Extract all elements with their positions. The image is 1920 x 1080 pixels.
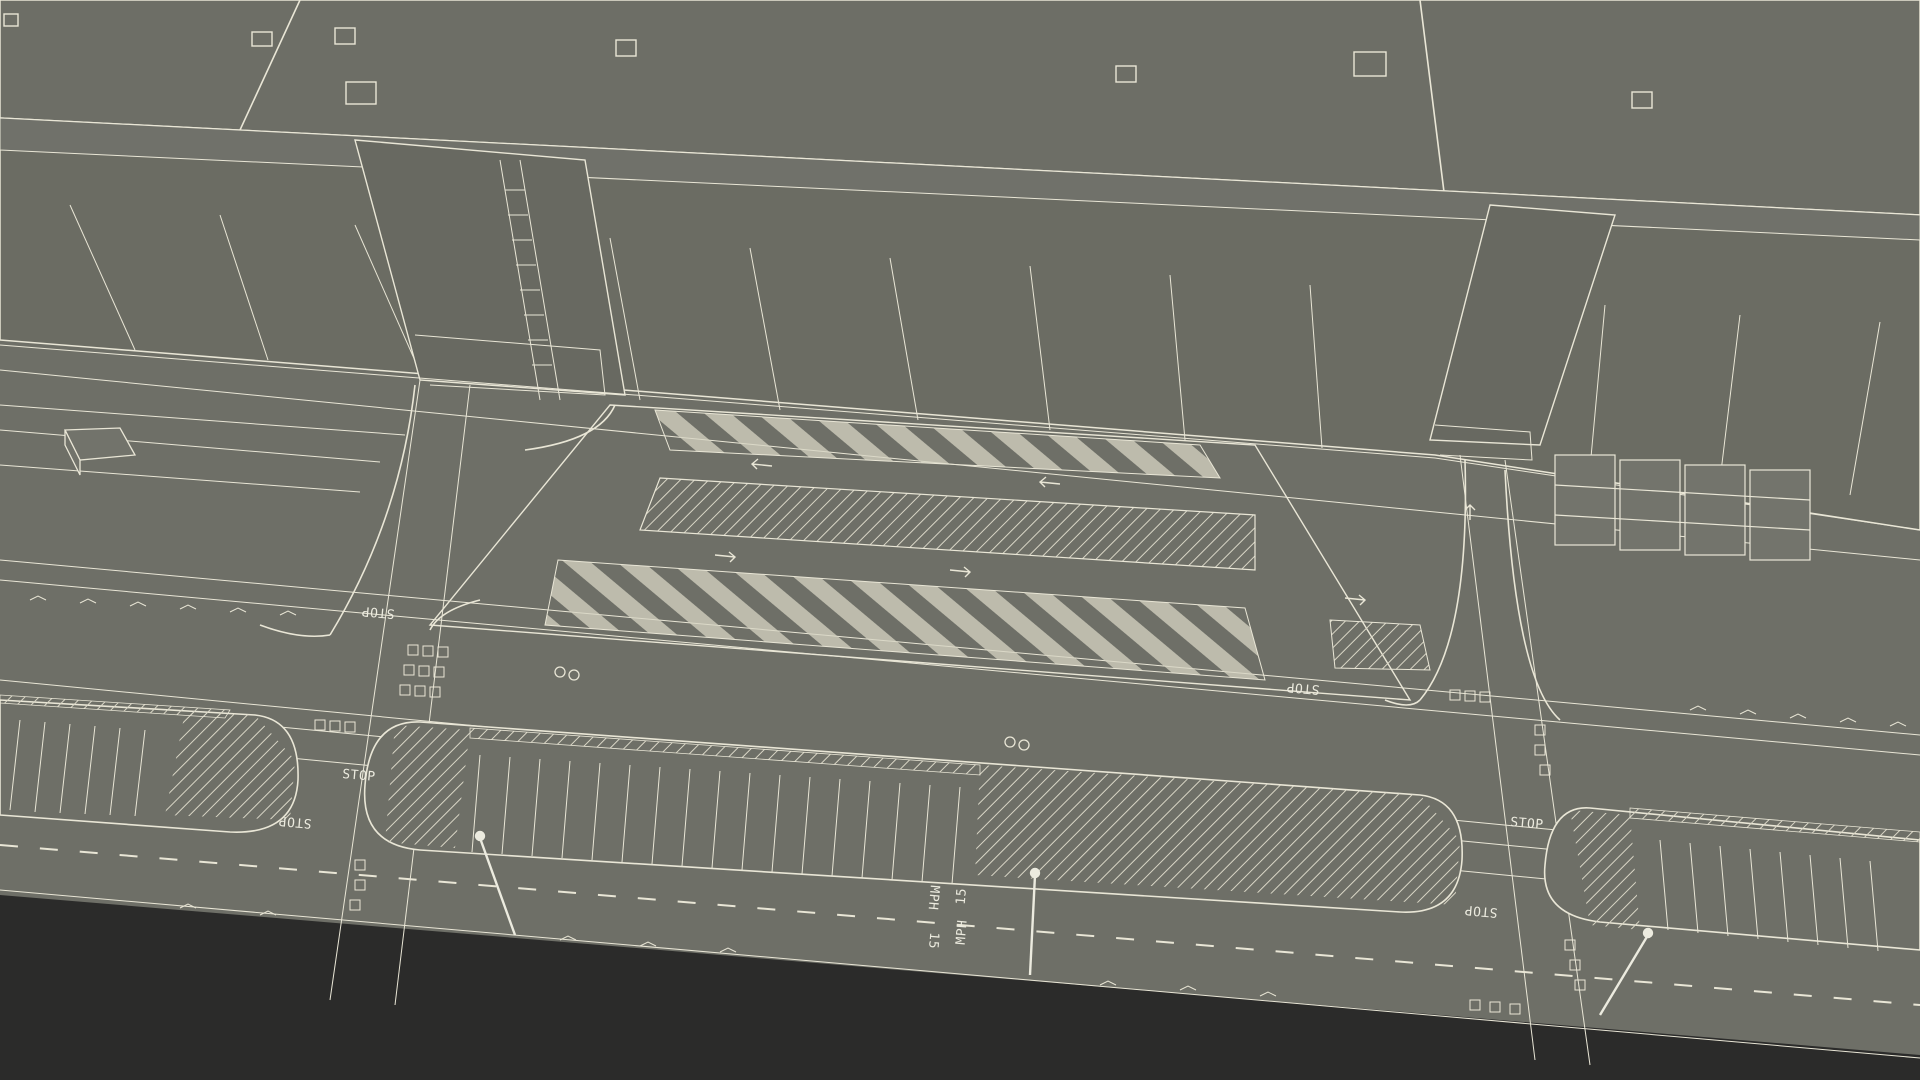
speed-marking-1: 15 [925,932,941,950]
stop-marking-2: STOP [1286,679,1320,697]
parking-hatch-box [1329,619,1431,671]
stop-marking-4: STOP [1464,902,1498,920]
mph-marking-2: MPH [954,919,971,945]
stop-marking-3: STOP [1510,815,1544,833]
speed-marking-2: 15 [954,887,970,905]
mph-marking-1: MPH [925,885,942,911]
median-center-hatch-left [385,725,470,848]
stop-marking-5: STOP [361,603,395,621]
stop-marking-1: STOP [342,767,376,785]
wireframe-scene: STOP STOP STOP STOP STOP STOP MPH 15 MPH… [0,0,1920,1080]
stop-marking-6: STOP [278,813,312,831]
